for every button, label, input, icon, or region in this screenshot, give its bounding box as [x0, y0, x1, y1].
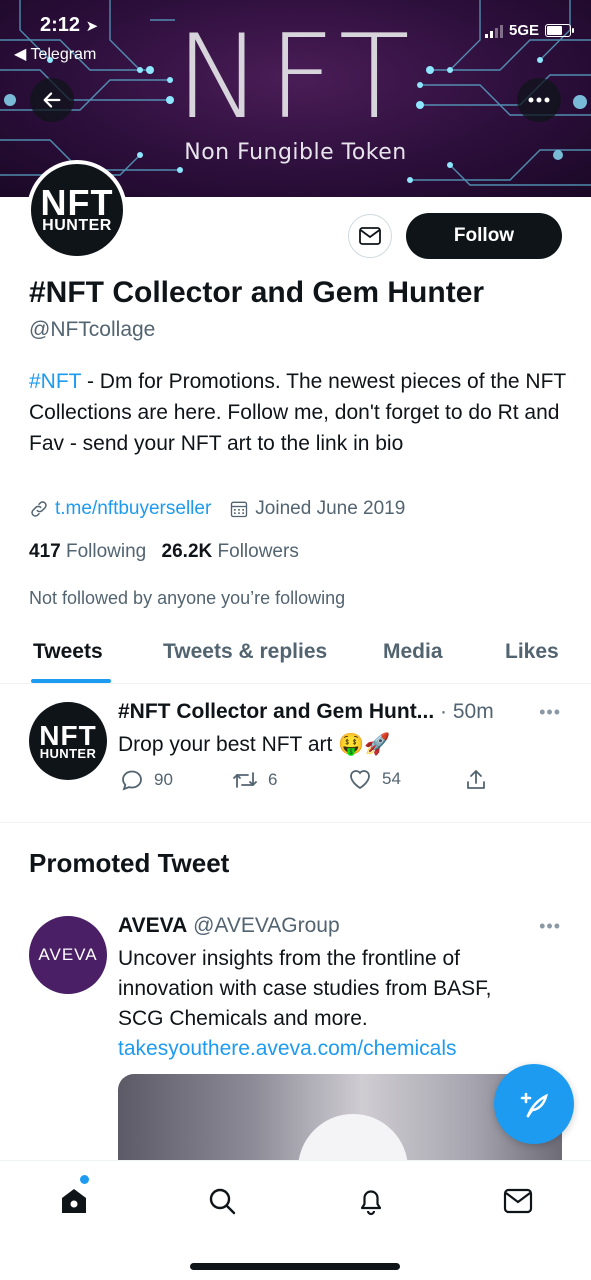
- status-indicators: 5GE: [484, 22, 574, 39]
- tweet-avatar[interactable]: NFT HUNTER: [29, 702, 107, 780]
- bio-hashtag[interactable]: #NFT: [29, 370, 81, 393]
- tweet-time: · 50m: [434, 700, 494, 723]
- profile-bio: #NFT - Dm for Promotions. The newest pie…: [29, 370, 566, 455]
- tab-media[interactable]: Media: [383, 640, 443, 664]
- network-label: 5GE: [508, 22, 539, 39]
- reply-icon: [122, 770, 142, 791]
- promoted-header: AVEVA @AVEVAGroup: [118, 914, 340, 938]
- search-icon: [209, 1188, 236, 1215]
- tweet-more-icon[interactable]: •••: [539, 702, 561, 723]
- notifications-icon: [360, 1190, 382, 1216]
- following-count-link[interactable]: 417 Following: [29, 541, 146, 562]
- calendar-icon: [231, 501, 248, 518]
- promoted-text: Uncover insights from the frontline of i…: [118, 947, 492, 1060]
- back-triangle-icon: ◀: [14, 46, 27, 63]
- reply-button[interactable]: 90: [120, 768, 173, 792]
- battery-icon: [545, 24, 574, 37]
- home-notification-dot: [80, 1175, 89, 1184]
- location-arrow-icon: ➤: [85, 18, 99, 35]
- signal-icon: [484, 24, 503, 38]
- retweet-button[interactable]: 6: [232, 768, 277, 792]
- follow-button[interactable]: Follow: [406, 213, 562, 259]
- follow-counts: 417 Following 26.2K Followers: [29, 541, 299, 563]
- profile-meta: t.me/nftbuyerseller Joined June 2019: [29, 498, 405, 520]
- bottom-navigation: [0, 1160, 591, 1280]
- promoted-handle: @AVEVAGroup: [187, 914, 340, 937]
- more-button[interactable]: [517, 78, 561, 122]
- tab-tweets-replies[interactable]: Tweets & replies: [163, 640, 327, 664]
- mail-icon: [359, 227, 381, 245]
- tweet-header: #NFT Collector and Gem Hunt... · 50m: [118, 700, 494, 724]
- tweet-author-name[interactable]: #NFT Collector and Gem Hunt...: [118, 700, 434, 723]
- profile-tabs: Tweets Tweets & replies Media Likes: [0, 628, 591, 684]
- share-button[interactable]: [464, 768, 488, 792]
- like-button[interactable]: 54: [348, 768, 401, 790]
- promoted-section-title: Promoted Tweet: [29, 848, 230, 878]
- followers-count-link[interactable]: 26.2K Followers: [162, 541, 299, 562]
- status-time: 2:12 ➤: [40, 14, 99, 36]
- nav-home[interactable]: [54, 1181, 94, 1221]
- tab-likes[interactable]: Likes: [505, 640, 559, 664]
- display-name: #NFT Collector and Gem Hunter: [29, 276, 485, 309]
- promoted-author-name[interactable]: AVEVA: [118, 914, 187, 937]
- message-button[interactable]: [348, 214, 392, 258]
- active-tab-indicator: [31, 679, 111, 683]
- arrow-left-icon: [43, 92, 61, 108]
- messages-icon: [503, 1188, 533, 1214]
- heart-icon: [350, 770, 370, 790]
- link-icon: [31, 501, 47, 517]
- promoted-media[interactable]: [118, 1074, 562, 1174]
- profile-handle: @NFTcollage: [29, 318, 156, 341]
- nav-search[interactable]: [202, 1181, 242, 1221]
- tab-tweets[interactable]: Tweets: [33, 640, 103, 664]
- nav-notifications[interactable]: [351, 1181, 391, 1221]
- promoted-more-icon[interactable]: •••: [539, 916, 561, 937]
- aveva-avatar[interactable]: AVEVA: [29, 916, 107, 994]
- nav-messages[interactable]: [498, 1181, 538, 1221]
- promoted-link[interactable]: takesyouthere.aveva.com/chemicals: [118, 1037, 457, 1060]
- joined-date: Joined June 2019: [255, 498, 406, 519]
- compose-feather-icon: [520, 1092, 548, 1118]
- profile-link[interactable]: t.me/nftbuyerseller: [55, 498, 211, 520]
- profile-avatar[interactable]: NFT HUNTER: [27, 160, 127, 260]
- tweet-text: Drop your best NFT art 🤑🚀: [118, 733, 391, 756]
- tweet-actions: 90 6 54: [118, 768, 498, 798]
- home-indicator: [190, 1263, 400, 1270]
- back-button[interactable]: [30, 78, 74, 122]
- tweet-divider: [0, 822, 591, 823]
- back-to-app[interactable]: ◀ Telegram: [14, 44, 96, 64]
- not-followed-note: Not followed by anyone you’re following: [29, 588, 346, 608]
- more-horizontal-icon: [528, 97, 550, 103]
- share-icon: [467, 770, 485, 789]
- retweet-icon: [233, 772, 257, 788]
- home-icon: [62, 1189, 86, 1213]
- compose-tweet-button[interactable]: [494, 1064, 574, 1144]
